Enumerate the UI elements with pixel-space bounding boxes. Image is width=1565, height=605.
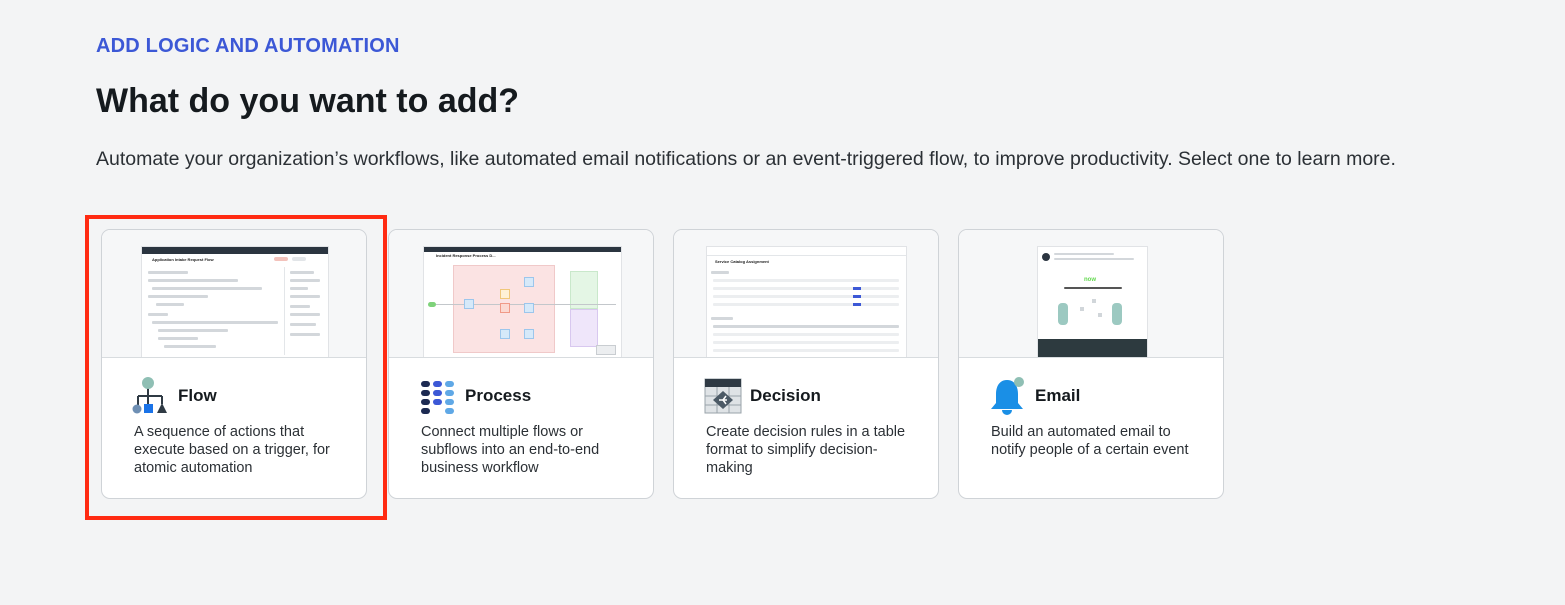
process-thumbnail-title: Incident Response Process D... <box>436 253 496 258</box>
process-icon <box>421 381 454 414</box>
email-card-description: Build an automated email to notify peopl… <box>991 424 1189 458</box>
decision-icon <box>704 378 742 414</box>
decision-card[interactable]: Service Catalog Assignment Decision Crea… <box>673 229 939 499</box>
flow-card-label: Flow <box>178 386 217 405</box>
flow-card-description: A sequence of actions that execute based… <box>134 424 330 476</box>
decision-thumbnail: Service Catalog Assignment <box>674 230 938 358</box>
email-card[interactable]: now Email Build an automated email to no… <box>958 229 1224 499</box>
section-eyebrow: ADD LOGIC AND AUTOMATION <box>96 35 400 57</box>
email-icon <box>991 377 1024 415</box>
page-subtitle: Automate your organization’s workflows, … <box>96 148 1396 170</box>
email-card-label: Email <box>1035 386 1081 405</box>
flow-thumbnail-title: Application Intake Request Flow <box>152 257 214 262</box>
email-thumbnail: now <box>959 230 1223 358</box>
flow-thumbnail: Application Intake Request Flow <box>102 230 366 358</box>
process-card-label: Process <box>465 386 532 405</box>
flow-card[interactable]: Application Intake Request Flow Flow A s… <box>101 229 367 499</box>
flow-icon <box>132 377 167 414</box>
decision-card-description: Create decision rules in a table format … <box>706 424 906 476</box>
process-card[interactable]: Incident Response Process D... Process C… <box>388 229 654 499</box>
decision-card-label: Decision <box>750 386 821 405</box>
decision-thumbnail-title: Service Catalog Assignment <box>715 259 769 264</box>
page-title: What do you want to add? <box>96 82 520 120</box>
process-card-description: Connect multiple flows or subflows into … <box>421 424 600 476</box>
process-thumbnail: Incident Response Process D... <box>389 230 653 358</box>
email-thumbnail-logo: now <box>1084 277 1096 283</box>
